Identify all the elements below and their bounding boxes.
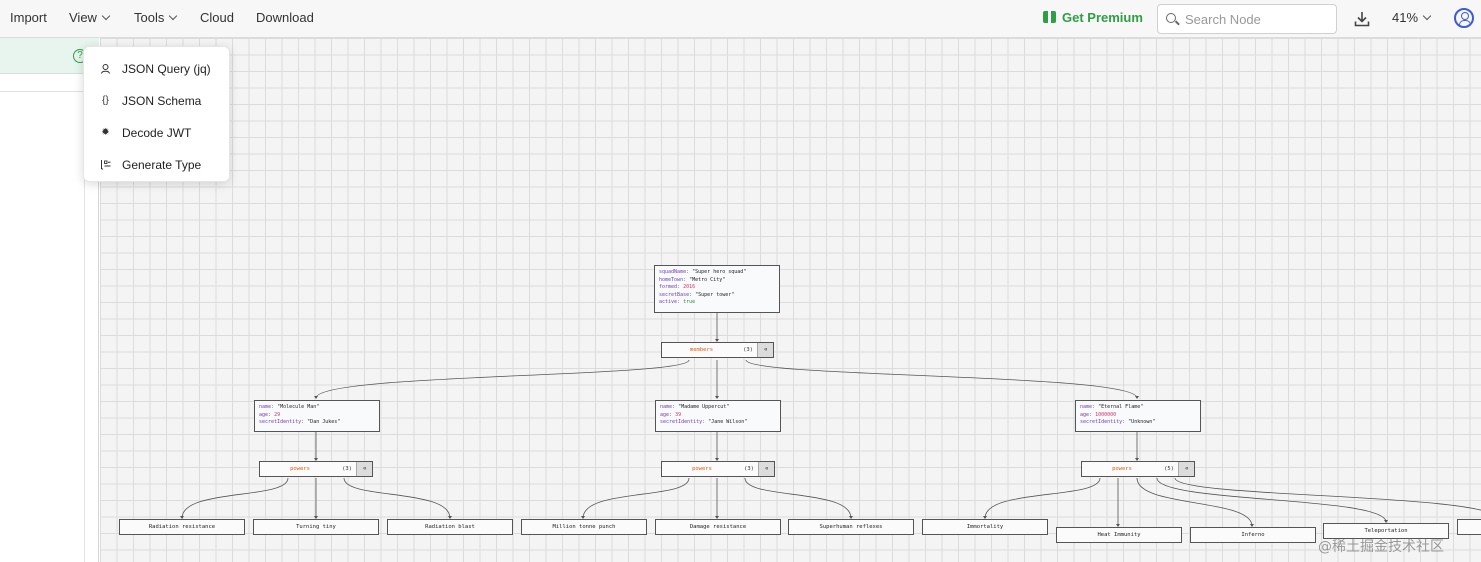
search-node-box[interactable]: [1157, 4, 1337, 34]
search-person-icon: [101, 64, 110, 74]
array-name: members: [689, 347, 714, 353]
menu-item-generate-type[interactable]: Generate Type: [84, 147, 231, 179]
array-name: powers: [692, 466, 712, 472]
power-leaf-node[interactable]: Inferno: [1190, 527, 1316, 543]
edge-arrow: [314, 396, 318, 399]
edge: [315, 359, 690, 399]
view-menu-label: View: [69, 10, 97, 25]
array-count: (3): [342, 466, 352, 472]
account-icon[interactable]: [1454, 8, 1474, 28]
powers-array-node[interactable]: powers (3) ⌫: [661, 461, 775, 477]
search-input[interactable]: [1185, 10, 1330, 28]
watermark: @稀土掘金技术社区: [1318, 539, 1444, 555]
menu-item-json-query[interactable]: JSON Query (jq): [84, 51, 231, 83]
hero-object-node[interactable]: name: "Molecule Man" age: 29 secretIdent…: [254, 400, 380, 432]
edge: [744, 477, 852, 519]
hero-object-node[interactable]: name: "Madame Uppercut" age: 39 secretId…: [655, 400, 781, 432]
collapse-toggle-icon[interactable]: ⌫: [758, 462, 774, 476]
array-count: (5): [1164, 466, 1174, 472]
collapse-toggle-icon[interactable]: ⌫: [757, 343, 773, 357]
collapse-toggle-icon[interactable]: ⌫: [1178, 462, 1194, 476]
gift-icon: [1043, 11, 1056, 23]
powers-array-node[interactable]: powers (5) ⌫: [1081, 461, 1195, 477]
node-row: homeTown: "Metro City": [659, 276, 726, 283]
gear-icon: ✹: [101, 127, 110, 138]
power-leaf-node[interactable]: [1457, 519, 1481, 535]
zoom-level-dropdown[interactable]: 41%: [1392, 0, 1432, 36]
node-row: secretIdentity: "Jane Wilson": [660, 419, 748, 426]
power-leaf-node[interactable]: Superhuman reflexes: [788, 519, 914, 535]
tools-menu[interactable]: Tools: [134, 0, 178, 36]
collapse-toggle-icon[interactable]: ⌫: [356, 462, 372, 476]
power-leaf-node[interactable]: Heat Immunity: [1056, 527, 1182, 543]
edge: [343, 477, 451, 519]
node-row: active: true: [659, 299, 696, 306]
node-row: secretBase: "Super tower": [659, 291, 735, 298]
chevron-down-icon: [1422, 11, 1432, 21]
node-row: squadName: "Super hero squad": [659, 269, 747, 275]
menu-item-json-schema[interactable]: {} JSON Schema: [84, 83, 231, 115]
edge: [582, 477, 690, 519]
edge: [1174, 477, 1481, 511]
power-leaf-node[interactable]: Radiation resistance: [119, 519, 245, 535]
braces-icon: {}: [102, 95, 109, 106]
zoom-level-value: 41%: [1392, 10, 1419, 25]
members-array-node[interactable]: members (3) ⌫: [661, 342, 774, 358]
type-list-icon: [101, 160, 111, 170]
node-row: secretIdentity: "Dan Jukes": [259, 419, 341, 426]
chevron-down-icon: [101, 11, 111, 21]
menu-item-label: JSON Schema: [122, 94, 202, 108]
node-row: name: "Eternal Flame": [1080, 404, 1144, 410]
node-row: name: "Molecule Man": [259, 404, 320, 410]
menu-item-label: JSON Query (jq): [122, 62, 211, 76]
download-icon[interactable]: [1353, 10, 1371, 28]
graph-canvas[interactable]: squadName: "Super hero squad" homeTown: …: [100, 38, 1481, 562]
edge: [745, 359, 1138, 399]
top-toolbar: Import View Tools Cloud Download Get Pre…: [0, 0, 1481, 38]
edge: [984, 477, 1101, 519]
node-row: formed: 2016: [659, 284, 696, 291]
menu-item-label: Generate Type: [122, 158, 202, 172]
edge-arrow: [1135, 396, 1139, 399]
power-leaf-node[interactable]: Turning tiny: [253, 519, 379, 535]
array-name: powers: [290, 466, 310, 472]
powers-array-node[interactable]: powers (3) ⌫: [259, 461, 373, 477]
tools-menu-label: Tools: [134, 10, 165, 25]
hero-object-node[interactable]: name: "Eternal Flame" age: 1000000 secre…: [1075, 400, 1201, 432]
node-row: age: 1000000: [1080, 411, 1117, 418]
root-object-node[interactable]: squadName: "Super hero squad" homeTown: …: [654, 265, 780, 313]
power-leaf-node[interactable]: Radiation blast: [387, 519, 513, 535]
edge: [1156, 477, 1387, 523]
graph-edges: [180, 313, 1481, 527]
array-count: (3): [743, 347, 753, 353]
download-menu[interactable]: Download: [256, 0, 314, 36]
node-row: age: 29: [259, 411, 281, 418]
menu-item-decode-jwt[interactable]: ✹ Decode JWT: [84, 115, 231, 147]
edge: [181, 477, 289, 519]
array-name: powers: [1112, 466, 1132, 472]
power-leaf-node[interactable]: Damage resistance: [655, 519, 781, 535]
power-leaf-node[interactable]: Immortality: [922, 519, 1048, 535]
cloud-menu[interactable]: Cloud: [200, 0, 234, 36]
view-menu[interactable]: View: [69, 0, 111, 36]
tools-dropdown-menu: JSON Query (jq) {} JSON Schema ✹ Decode …: [83, 46, 230, 182]
power-leaf-node[interactable]: Million tonne punch: [521, 519, 647, 535]
edge-arrow: [715, 396, 719, 399]
node-row: secretIdentity: "Unknown": [1080, 419, 1156, 426]
import-menu[interactable]: Import: [10, 0, 47, 36]
menu-item-label: Decode JWT: [122, 126, 192, 140]
node-row: age: 39: [660, 411, 682, 418]
get-premium-label: Get Premium: [1062, 10, 1143, 25]
search-icon: [1166, 13, 1176, 23]
chevron-down-icon: [169, 11, 178, 21]
array-count: (3): [744, 466, 754, 472]
edge: [1136, 477, 1253, 527]
node-row: name: "Madame Uppercut": [660, 404, 730, 410]
get-premium-button[interactable]: Get Premium: [1043, 0, 1143, 36]
